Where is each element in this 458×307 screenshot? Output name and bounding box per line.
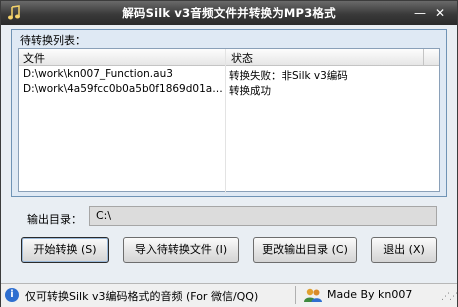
change-output-dir-button[interactable]: 更改输出目录 (C): [253, 237, 357, 263]
row-file-cell: D:\work\kn007_Function.au3: [23, 68, 173, 80]
close-button[interactable]: ✕: [431, 5, 449, 21]
table-row[interactable]: D:\work\4a59fcc0b0a5b0f1869d01ae... 转换成功: [19, 83, 439, 97]
status-bar: i 仅可转换Silk v3编码格式的音频 (For 微信/QQ) Made By…: [1, 283, 458, 307]
file-list-view[interactable]: 文件 状态 D:\work\kn007_Function.au3 转换失败：非S…: [18, 48, 440, 193]
column-header-file[interactable]: 文件: [19, 50, 45, 66]
row-status-cell: 转换成功: [229, 85, 271, 97]
start-convert-button[interactable]: 开始转换 (S): [21, 237, 109, 263]
title-bar[interactable]: 解码Silk v3音频文件并转换为MP3格式 — ✕: [1, 1, 457, 25]
table-row[interactable]: D:\work\kn007_Function.au3 转换失败：非Silk v3…: [19, 68, 439, 82]
import-files-button[interactable]: 导入待转换文件 (I): [123, 237, 239, 263]
status-divider: [295, 286, 296, 304]
exit-button[interactable]: 退出 (X): [371, 237, 437, 263]
window-title: 解码Silk v3音频文件并转换为MP3格式: [122, 6, 336, 20]
app-window: 解码Silk v3音频文件并转换为MP3格式 — ✕ 待转换列表： 文件 状态 …: [0, 0, 458, 307]
resize-grip-icon[interactable]: ⋰⋰: [441, 292, 458, 302]
status-hint-text: 仅可转换Silk v3编码格式的音频 (For 微信/QQ): [25, 290, 259, 303]
output-dir-label: 输出目录：: [27, 213, 82, 226]
pending-list-group: 待转换列表： 文件 状态 D:\work\kn007_Function.au3 …: [11, 29, 447, 197]
row-file-cell: D:\work\4a59fcc0b0a5b0f1869d01ae...: [23, 83, 223, 95]
author-credit: Made By kn007: [327, 288, 413, 301]
users-icon: [304, 288, 322, 302]
column-header-status[interactable]: 状态: [227, 50, 253, 66]
column-divider[interactable]: [423, 49, 424, 65]
minimize-button[interactable]: —: [411, 5, 429, 21]
pending-list-label: 待转换列表：: [20, 34, 86, 47]
info-icon: i: [5, 288, 19, 302]
list-header: 文件 状态: [19, 49, 439, 66]
output-dir-field: C:\: [89, 206, 437, 226]
row-status-cell: 转换失败：非Silk v3编码: [229, 70, 348, 82]
